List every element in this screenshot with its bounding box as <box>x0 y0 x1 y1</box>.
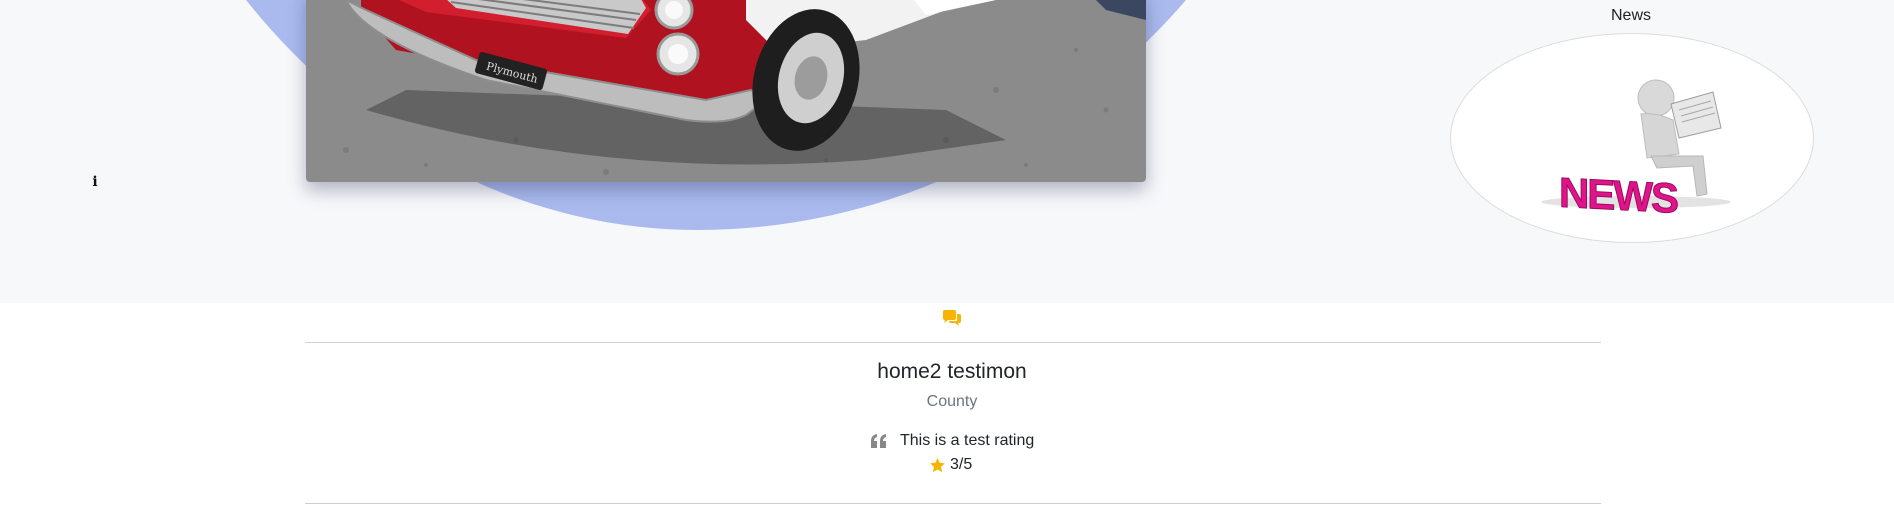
news-image[interactable]: NEWS <box>1450 33 1814 243</box>
news-label: News <box>1610 7 1651 24</box>
testimonial-rating: 3/5 <box>929 455 972 475</box>
testimonial-quote: This is a test rating <box>870 430 1034 452</box>
info-icon[interactable]: i <box>90 172 100 192</box>
comments-icon <box>942 309 962 327</box>
news-illustration-text: NEWS <box>1559 169 1678 222</box>
quote-left-icon <box>870 433 888 449</box>
star-icon <box>929 457 946 474</box>
testimonial-divider-top <box>305 342 1601 343</box>
testimonial-name: home2 testimon <box>877 360 1027 383</box>
testimonial-section: home2 testimon County This is a test rat… <box>0 303 1894 514</box>
testimonial-location: County <box>926 393 978 410</box>
testimonial-text: This is a test rating <box>900 432 1035 449</box>
rating-value: 3/5 <box>950 456 973 473</box>
hero-section: Plymouth i News NEWS <box>0 0 1894 303</box>
car-photo: Plymouth <box>306 0 1146 182</box>
testimonial-divider-bottom <box>305 503 1601 504</box>
